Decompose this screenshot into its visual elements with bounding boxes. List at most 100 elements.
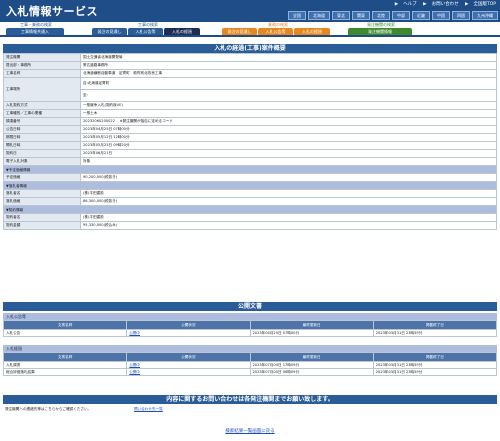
row-label: 落札価格 — [3, 197, 81, 206]
table-row: 開札日時 2023年05月25日 09時20分 — [3, 141, 497, 150]
tab-outlook[interactable]: 発注の見通し — [92, 28, 127, 35]
region-tab[interactable]: 四国 — [452, 11, 470, 20]
nav-group-agency: 発注機関の検索 発注機関情報 — [348, 22, 414, 35]
region-tab[interactable]: 中国 — [432, 11, 450, 20]
table-row: 工事名称 北海道横断自動車道 足寄町 勲祢別北改良工事 — [3, 69, 497, 78]
doc-name: 入札公告 — [2, 329, 128, 337]
help-link-label[interactable]: ヘルプ — [403, 2, 417, 7]
row-label: 発注機関 — [3, 53, 81, 62]
row-value: 至: — [80, 89, 497, 102]
row-label: 工事場所 — [3, 77, 81, 102]
row-value: 自:北海道足寄町 — [80, 77, 497, 90]
contact-section: 内容に関するお問い合わせは各発注機関までお願い致します。 発注機関への連絡先等は… — [3, 395, 497, 412]
row-value: 2023年06月21日 — [80, 149, 497, 158]
doc-updated: 2023年07月05日 06時09分 — [249, 368, 374, 376]
utility-links: ▶ ヘルプ ▶ お問い合わせ ▶ 全国版TOP — [390, 1, 496, 7]
table-row: 工事場所 自:北海道足寄町 — [3, 77, 497, 102]
nav-group-service: 業務の検索 発注の見通し 入札公告等 入札の経過 — [222, 22, 334, 35]
main-content: 入札の経過(工事)案件概要 発注機関 国土交通省北海道開発局 提出部・事務所 帯広道… — [3, 44, 497, 230]
region-tab[interactable]: 中部 — [392, 11, 410, 20]
tab-bid-progress[interactable]: 入札の経過 — [164, 28, 200, 35]
doc-table-progress: 文書名称 公開状況 最終更新日 掲載終了日 入札調書 公開中 2023年07月04日 17… — [2, 352, 498, 376]
row-label: 開札日時 — [3, 141, 81, 150]
region-tab[interactable]: 北海道 — [308, 11, 330, 20]
region-tab[interactable]: 北陸 — [372, 11, 390, 20]
contact-link-label[interactable]: お問い合わせ — [432, 2, 459, 7]
row-label: 電子入札対象 — [3, 157, 81, 166]
region-tab[interactable]: 東北 — [332, 11, 350, 20]
doc-status-link[interactable]: 公開中 — [129, 331, 140, 335]
doc-group-title: 入札公告等 — [3, 313, 497, 320]
contact-list-link[interactable]: 問い合わせ先一覧 — [134, 407, 163, 411]
table-row: 入札調書 公開中 2023年07月04日 17時09分 2023年03月31日 23時… — [2, 361, 498, 369]
doc-table-notice: 文書名称 公開状況 最終更新日 掲載終了日 入札公告 公開中 2023年04月25日 07… — [2, 320, 498, 337]
section-subhead-contract: ▼契約情報 — [3, 205, 497, 214]
col-header: 最終更新日 — [249, 320, 374, 330]
doc-name: 入札調書 — [2, 361, 128, 369]
top-link-label[interactable]: 全国版TOP — [473, 2, 496, 7]
contact-heading: 内容に関するお問い合わせは各発注機関までお願い致します。 — [3, 395, 497, 404]
doc-updated: 2023年07月04日 17時09分 — [249, 361, 374, 369]
tab-service-progress[interactable]: 入札の経過 — [294, 28, 330, 35]
row-value: 2023年04月25日 07時00分 — [80, 125, 497, 134]
doc-end: 2023年03月31日 23時59分 — [372, 361, 498, 369]
back-to-results-link[interactable]: 検索結果一覧画面に戻る — [225, 429, 275, 434]
nav-group-construction: 工事の検索 発注の見通し 入札公告等 入札の経過 — [92, 22, 204, 35]
table-row: 発注機関 国土交通省北海道開発局 — [3, 53, 497, 62]
public-documents: 公開文書 入札公告等 文書名称 公開状況 最終更新日 掲載終了日 入札公告 公開中 202… — [2, 302, 498, 376]
contact-text: 発注機関への連絡先等はこちらからご確認ください。 — [5, 406, 92, 411]
tab-notice[interactable]: 入札公告等 — [128, 28, 163, 35]
row-label: 予定価格 — [3, 173, 81, 182]
table-row: 公告日時 2023年04月25日 07時00分 — [3, 125, 497, 134]
table-row: 発注機関への連絡先等はこちらからご確認ください。 問い合わせ先一覧 — [3, 406, 497, 412]
table-row: 契約者名 (株)平田建設 — [3, 213, 497, 222]
procurement-note: ※発注機関が独自に定めるコード — [119, 119, 173, 123]
region-tab[interactable]: 全国 — [288, 11, 306, 20]
tab-service-notice[interactable]: 入札公告等 — [258, 28, 293, 35]
tab-common-info[interactable]: 工事情報共通入 — [6, 28, 64, 35]
table-row: 工事種別／工事の業種 一般土木 — [3, 109, 497, 118]
back-section: 検索結果一覧画面に戻る — [0, 428, 500, 434]
row-label: 提出部・事務所 — [3, 61, 81, 70]
row-value: 北海道横断自動車道 足寄町 勲祢別北改良工事 — [80, 69, 497, 78]
row-label: 工事名称 — [3, 69, 81, 78]
row-value: 国土交通省北海道開発局 — [80, 53, 497, 62]
top-link[interactable]: ▶ 全国版TOP — [465, 2, 496, 7]
table-row: 調達番号 20232060200022 ※発注機関が独自に定めるコード — [3, 117, 497, 126]
doc-status-link[interactable]: 公開中 — [129, 363, 140, 367]
row-value: (株)平田建設 — [80, 213, 497, 222]
region-tab[interactable]: 近畿 — [412, 11, 430, 20]
table-row: 電子入札対象 対象 — [3, 157, 497, 166]
row-label: 工事種別／工事の業種 — [3, 109, 81, 118]
col-header: 掲載終了日 — [372, 320, 498, 330]
doc-name: 総合評価落札結果 — [2, 368, 128, 376]
region-tab[interactable]: 九州沖縄 — [472, 11, 498, 20]
row-value: 20232060200022 ※発注機関が独自に定めるコード — [80, 117, 497, 126]
nav-group-all: 工事・業務の検索 工事情報共通入 — [6, 22, 66, 35]
doc-end: 2023年03月31日 23時59分 — [372, 368, 498, 376]
doc-status-link[interactable]: 公開中 — [129, 370, 140, 374]
table-row: 落札価格 86,300,000(税抜き) — [3, 197, 497, 206]
nav-underline — [0, 35, 500, 37]
col-header: 掲載終了日 — [372, 352, 498, 362]
row-label: 契約者名 — [3, 213, 81, 222]
contact-link[interactable]: ▶ お問い合わせ — [423, 2, 458, 7]
tab-agency-info[interactable]: 発注機関情報 — [348, 28, 412, 35]
table-row: 契約金額 95,330,000(税込み) — [3, 221, 497, 230]
row-value: 帯広道路事務所 — [80, 61, 497, 70]
tab-service-outlook[interactable]: 発注の見通し — [222, 28, 257, 35]
col-header: 文書名称 — [2, 352, 128, 362]
row-value: 2023年05月25日 09時20分 — [80, 141, 497, 150]
table-row: 提出部・事務所 帯広道路事務所 — [3, 61, 497, 70]
col-header: 文書名称 — [2, 320, 128, 330]
row-label: 入札契約方式 — [3, 101, 81, 110]
row-label: 期限日時 — [3, 133, 81, 142]
region-tab[interactable]: 関東 — [352, 11, 370, 20]
table-row: 予定価格 90,200,000(税抜き) — [3, 173, 497, 182]
detail-table: 発注機関 国土交通省北海道開発局 提出部・事務所 帯広道路事務所 工事名称 北海道横断… — [3, 53, 497, 230]
help-link[interactable]: ▶ ヘルプ — [395, 2, 417, 7]
row-value: 2023年05月12日 12時00分 — [80, 133, 497, 142]
contact-table: 発注機関への連絡先等はこちらからご確認ください。 問い合わせ先一覧 — [3, 406, 497, 412]
table-row: 入札公告 公開中 2023年04月25日 07時00分 2023年03月31日 23時… — [2, 329, 498, 337]
row-label: 公告日時 — [3, 125, 81, 134]
